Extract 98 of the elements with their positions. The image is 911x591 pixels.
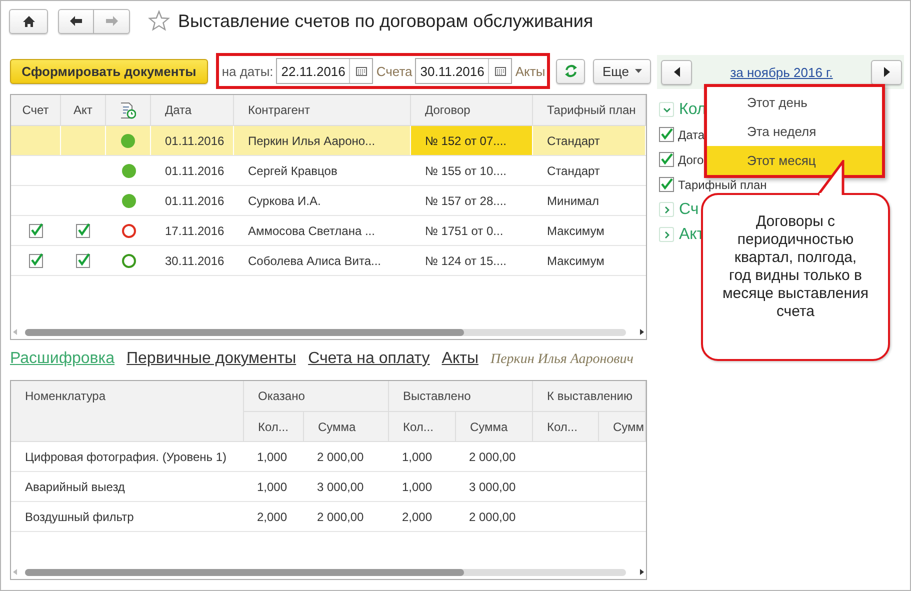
back-button[interactable] [58, 8, 94, 34]
table-cell-text: Максимум [546, 222, 606, 240]
table-cell-text: 3 000,00 [468, 478, 517, 496]
left-triangle-icon [674, 67, 680, 77]
table-cell-text: 2 000,00 [316, 508, 365, 526]
column-header[interactable]: Кол... [389, 411, 456, 441]
table-cell-text: 2 000,00 [468, 508, 517, 526]
table-cell-text: Соболева Алиса Вита... [247, 252, 382, 270]
table-cell-text: 3 000,00 [316, 478, 365, 496]
table-cell-text: Воздушный фильтр [24, 508, 135, 526]
checkbox[interactable] [28, 253, 44, 268]
checkbox[interactable] [659, 177, 674, 192]
act-date-field[interactable]: 30.11.2016 [415, 58, 512, 84]
table-cell-text: 1,000 [256, 478, 288, 496]
table-cell-text: Суркова И.А. [247, 192, 322, 210]
document-clock-icon [120, 102, 136, 118]
checkbox[interactable] [76, 223, 91, 238]
tab-link[interactable]: Первичные документы [126, 350, 296, 368]
menu-item[interactable]: Эта неделя [707, 117, 882, 146]
table-cell-text: 2 000,00 [316, 448, 365, 466]
checkbox[interactable] [659, 152, 674, 167]
table-cell-text: 2,000 [401, 508, 434, 526]
expand-toggle[interactable] [659, 227, 674, 242]
group-label: Сч [679, 200, 699, 218]
table-row[interactable]: 01.11.2016 Перкин Илья Аароно... № 152 от 07.... Стандарт [11, 126, 646, 156]
table-cell-text: Аварийный выезд [24, 478, 126, 496]
table-row[interactable]: 01.11.2016 Сергей Кравцов № 155 от 10.... Стандарт [11, 156, 646, 186]
column-header[interactable]: Кол... [533, 411, 599, 441]
window-title: Выставление счетов по договорам обслуживания [178, 10, 594, 32]
calendar-icon[interactable] [494, 66, 506, 76]
table-cell-text: № 155 от 10.... [424, 162, 508, 180]
more-button[interactable]: Еще [593, 58, 651, 84]
expand-toggle[interactable] [659, 202, 674, 217]
menu-item[interactable]: Этот месяц [707, 146, 882, 175]
column-header[interactable]: Сумм [599, 411, 646, 441]
table-cell-text: № 124 от 15.... [424, 252, 508, 270]
left-arrow-icon [69, 15, 83, 27]
refresh-icon [564, 64, 578, 78]
table-cell-text: 2,000 [256, 508, 288, 526]
table-cell-text: 1,000 [401, 448, 434, 466]
table-cell-text: 1,000 [256, 448, 288, 466]
home-icon [22, 14, 36, 28]
table-row[interactable]: 30.11.2016 Соболева Алиса Вита... № 124 от 15.... Максимум [11, 246, 646, 276]
period-link[interactable]: за ноябрь 2016 г. [730, 64, 833, 80]
table-cell-text: Аммосова Светлана ... [247, 222, 376, 240]
act-label: Акты [515, 64, 546, 78]
checkbox[interactable] [28, 223, 44, 238]
checkbox[interactable] [76, 253, 91, 268]
tab-link[interactable]: Акты [442, 350, 478, 368]
previous-period-button[interactable] [661, 60, 692, 84]
table-cell-text: 1,000 [401, 478, 434, 496]
menu-item[interactable]: Этот день [707, 88, 882, 117]
dates-label: на даты: [222, 64, 274, 78]
invoice-date-field[interactable]: 22.11.2016 [276, 58, 374, 84]
table-cell-text: Стандарт [546, 162, 601, 180]
horizontal-scrollbar[interactable] [11, 567, 646, 577]
home-button[interactable] [9, 8, 48, 34]
checkbox-label: Дата [678, 128, 705, 142]
table-cell-text: 2 000,00 [468, 448, 517, 466]
table-row[interactable]: 01.11.2016 Суркова И.А. № 157 от 28.... Минимал [11, 186, 646, 216]
table-cell-text: Минимал [546, 192, 600, 210]
table-cell-text: 17.11.2016 [164, 222, 226, 240]
generate-button[interactable]: Сформировать документы [10, 58, 208, 84]
column-header[interactable]: Кол... [244, 411, 304, 441]
table-cell: 01.11.2016 [151, 126, 234, 155]
checkbox[interactable] [659, 127, 674, 142]
table-cell: № 152 от 07.... [411, 126, 533, 155]
caret-icon [634, 69, 642, 73]
invoice-label: Счета [376, 64, 412, 78]
expand-toggle[interactable] [659, 102, 674, 117]
table-cell-text: № 1751 от 0... [424, 222, 504, 240]
contractor-caption: Перкин Илья Ааронович [490, 352, 634, 368]
right-triangle-icon [884, 67, 890, 77]
chevron-down-icon [662, 106, 670, 114]
callout-text: Договоры с периодичностью квартал, полгода, год видны только в месяце выставления счета [722, 213, 870, 321]
chevron-right-icon [662, 230, 670, 238]
table-cell-text: Максимум [546, 252, 606, 270]
table-cell-text: Цифровая фотография. (Уровень 1) [24, 448, 228, 466]
tab-link[interactable]: Счета на оплату [308, 350, 430, 368]
column-header[interactable]: Сумма [456, 411, 533, 441]
table-cell-text: Сергей Кравцов [247, 162, 338, 180]
table-cell-text: 30.11.2016 [164, 252, 226, 270]
column-header[interactable]: Сумма [304, 411, 389, 441]
checkbox-label: Дого [678, 152, 704, 166]
checkbox-label: Тарифный план [678, 178, 767, 192]
next-period-button[interactable] [871, 60, 902, 84]
calendar-icon[interactable] [356, 66, 367, 76]
table-cell-text: № 157 от 28.... [424, 192, 508, 210]
table-row[interactable]: 17.11.2016 Аммосова Светлана ... № 1751 от 0... Максимум [11, 216, 646, 246]
group-label: Акт [679, 226, 704, 244]
table-cell-text: 01.11.2016 [164, 192, 226, 210]
right-arrow-icon [104, 15, 118, 27]
refresh-button[interactable] [556, 58, 586, 84]
star-icon[interactable] [148, 10, 170, 32]
table-cell: Стандарт [533, 126, 646, 155]
horizontal-scrollbar[interactable] [11, 327, 646, 337]
table-cell-text: 01.11.2016 [164, 162, 226, 180]
chevron-right-icon [662, 206, 670, 214]
